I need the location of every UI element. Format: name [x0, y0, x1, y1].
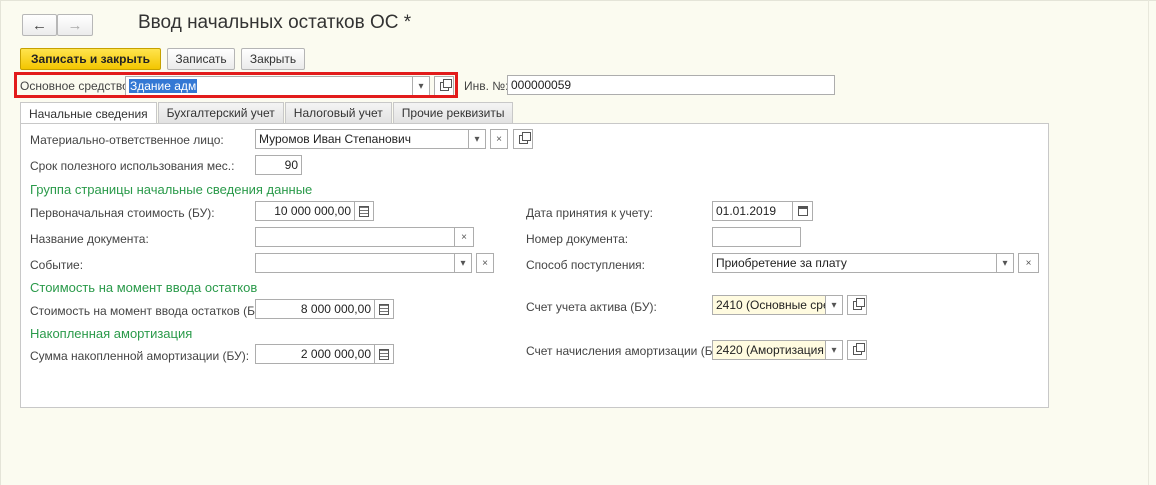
open-icon — [852, 342, 865, 355]
close-icon: × — [482, 257, 488, 269]
cost-now-field[interactable]: 8 000 000,00 — [255, 299, 375, 319]
window-top-border — [0, 0, 1156, 8]
initial-cost-field[interactable]: 10 000 000,00 — [255, 201, 355, 221]
depr-account-field[interactable]: 2420 (Амортизация о — [712, 340, 826, 360]
depr-sum-calc-button[interactable] — [374, 344, 394, 364]
group-initial-info-heading: Группа страницы начальные сведения данны… — [30, 182, 313, 197]
depr-sum-field[interactable]: 2 000 000,00 — [255, 344, 375, 364]
highlight-box — [14, 72, 458, 98]
mol-dropdown-button[interactable]: ▾ — [468, 129, 486, 149]
term-field[interactable]: 90 — [255, 155, 302, 175]
open-icon — [518, 131, 531, 144]
tab-accounting[interactable]: Бухгалтерский учет — [157, 102, 284, 123]
receipt-label: Способ поступления: — [526, 258, 645, 272]
mol-label: Материально-ответственное лицо: — [30, 133, 224, 147]
calendar-icon — [797, 206, 808, 216]
account-open-button[interactable] — [847, 295, 867, 315]
chevron-down-icon: ▾ — [474, 133, 480, 145]
mol-field[interactable]: Муромов Иван Степанович — [255, 129, 469, 149]
accept-date-calendar-button[interactable] — [792, 201, 813, 221]
calculator-icon — [379, 348, 389, 360]
account-dropdown-button[interactable]: ▾ — [825, 295, 843, 315]
cost-now-label: Стоимость на момент ввода остатков (БУ): — [30, 304, 270, 318]
close-icon: × — [461, 231, 467, 243]
open-icon — [852, 297, 865, 310]
save-button[interactable]: Записать — [167, 48, 235, 70]
initial-cost-calc-button[interactable] — [354, 201, 374, 221]
receipt-field[interactable]: Приобретение за плату — [712, 253, 997, 273]
depr-sum-label: Сумма накопленной амортизации (БУ): — [30, 349, 250, 363]
tab-initial-info[interactable]: Начальные сведения — [20, 102, 157, 124]
tab-bar: Начальные сведения Бухгалтерский учет На… — [20, 102, 514, 124]
group-depreciation-heading: Накопленная амортизация — [30, 326, 193, 341]
doc-name-field[interactable] — [255, 227, 455, 247]
chevron-down-icon: ▾ — [460, 257, 466, 269]
doc-name-clear-button[interactable]: × — [454, 227, 474, 247]
account-label: Счет учета актива (БУ): — [526, 300, 657, 314]
chevron-down-icon: ▾ — [831, 344, 837, 356]
inv-number-field[interactable]: 000000059 — [507, 75, 835, 95]
initial-cost-label: Первоначальная стоимость (БУ): — [30, 206, 215, 220]
tab-tax[interactable]: Налоговый учет — [284, 102, 392, 123]
back-button[interactable]: ← — [22, 14, 57, 36]
window-right-border — [1148, 0, 1156, 485]
accept-date-label: Дата принятия к учету: — [526, 206, 654, 220]
calculator-icon — [379, 303, 389, 315]
event-dropdown-button[interactable]: ▾ — [454, 253, 472, 273]
group-cost-heading: Стоимость на момент ввода остатков — [30, 280, 258, 295]
chevron-down-icon: ▾ — [1002, 257, 1008, 269]
receipt-dropdown-button[interactable]: ▾ — [996, 253, 1014, 273]
arrow-right-icon: → — [67, 16, 83, 34]
mol-clear-button[interactable]: × — [490, 129, 508, 149]
depr-account-label: Счет начисления амортизации (БУ): — [526, 344, 728, 358]
doc-num-label: Номер документа: — [526, 232, 629, 246]
event-clear-button[interactable]: × — [476, 253, 494, 273]
chevron-down-icon: ▾ — [831, 299, 837, 311]
doc-num-field[interactable] — [712, 227, 801, 247]
mol-open-button[interactable] — [513, 129, 533, 149]
page-title: Ввод начальных остатков ОС * — [138, 12, 412, 33]
close-button[interactable]: Закрыть — [241, 48, 305, 70]
tab-other[interactable]: Прочие реквизиты — [392, 102, 514, 123]
calculator-icon — [359, 205, 369, 217]
arrow-left-icon: ← — [32, 16, 47, 34]
event-field[interactable] — [255, 253, 455, 273]
depr-account-open-button[interactable] — [847, 340, 867, 360]
save-and-close-button[interactable]: Записать и закрыть — [20, 48, 161, 70]
account-field[interactable]: 2410 (Основные сред — [712, 295, 826, 315]
accept-date-field[interactable]: 01.01.2019 — [712, 201, 793, 221]
close-icon: × — [1025, 257, 1032, 269]
forward-button[interactable]: → — [57, 14, 93, 36]
close-icon: × — [496, 133, 502, 145]
depr-account-dropdown-button[interactable]: ▾ — [825, 340, 843, 360]
event-label: Событие: — [30, 258, 84, 272]
inv-label: Инв. №: — [464, 79, 509, 93]
receipt-clear-button[interactable]: × — [1018, 253, 1039, 273]
doc-name-label: Название документа: — [30, 232, 149, 246]
cost-now-calc-button[interactable] — [374, 299, 394, 319]
term-label: Срок полезного использования мес.: — [30, 159, 235, 173]
